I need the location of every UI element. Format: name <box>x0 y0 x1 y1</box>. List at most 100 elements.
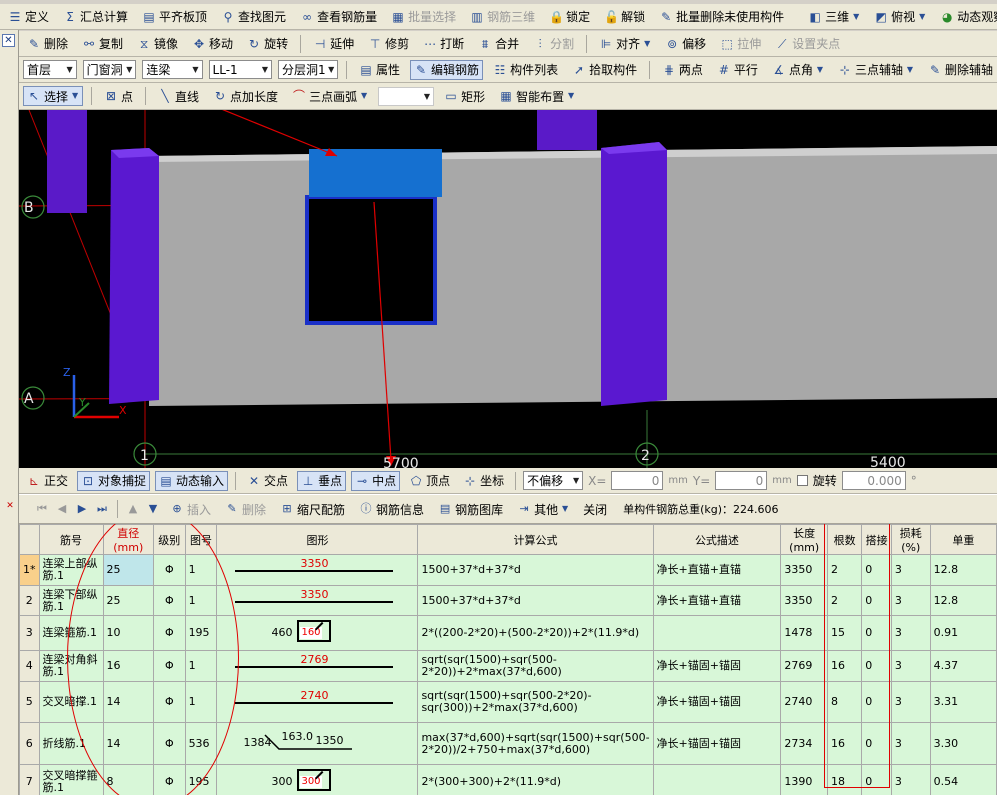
element-dropdown[interactable]: LL-1 ▼ <box>208 60 273 79</box>
rotate-checkbox[interactable] <box>796 475 808 486</box>
summary-calc-button[interactable]: Σ 汇总计算 <box>59 7 132 27</box>
find-element-button[interactable]: ⚲ 查找图元 <box>217 7 290 27</box>
floor-dropdown[interactable]: 首层 ▼ <box>23 60 77 79</box>
weight-cell[interactable]: 0.54 <box>929 764 997 795</box>
weight-cell[interactable]: 0.91 <box>929 615 997 651</box>
name-cell[interactable]: 交叉暗撑箍筋.1 <box>38 764 104 795</box>
close-icon[interactable]: ✕ <box>2 34 15 47</box>
shape-cell[interactable]: 300 300 <box>216 764 419 795</box>
top-view-button[interactable]: ◩ 俯视 ▼ <box>870 7 930 27</box>
len-cell[interactable]: 2740 <box>780 681 829 723</box>
delete-button[interactable]: ✎ 删除 <box>23 34 72 54</box>
weight-cell[interactable]: 4.37 <box>929 650 997 682</box>
loss-cell[interactable]: 3 <box>890 650 931 682</box>
loss-cell[interactable]: 3 <box>890 681 931 723</box>
formula-cell[interactable]: sqrt(sqr(1500)+sqr(500-2*20))+2*max(37*d… <box>417 650 654 682</box>
last-record-icon[interactable]: ⏭ <box>95 502 109 516</box>
column-header[interactable]: 单重 <box>929 524 997 555</box>
len-cell[interactable]: 3350 <box>780 585 829 616</box>
formula-cell[interactable]: 1500+37*d+37*d <box>417 554 654 586</box>
ortho-button[interactable]: ⊾ 正交 <box>23 471 72 491</box>
len-cell[interactable]: 2734 <box>780 722 829 765</box>
move-button[interactable]: ✥ 移动 <box>188 34 237 54</box>
row-number[interactable]: 1* <box>19 554 40 586</box>
weight-cell[interactable]: 3.31 <box>929 681 997 723</box>
properties-button[interactable]: ▤ 属性 <box>355 60 404 80</box>
align-button[interactable]: ⊫ 对齐 ▼ <box>595 34 655 54</box>
extend-button[interactable]: ⊣ 延伸 <box>309 34 358 54</box>
select-button[interactable]: ↖ 选择 ▼ <box>23 86 84 106</box>
desc-cell[interactable]: 净长+直锚+直锚 <box>652 554 782 586</box>
offset-mode-dropdown[interactable]: 不偏移 ▼ <box>523 471 584 490</box>
formula-cell[interactable]: 2*((200-2*20)+(500-2*20))+2*(11.9*d) <box>417 615 654 651</box>
close-icon[interactable]: ✕ <box>5 501 15 511</box>
column-header[interactable]: 计算公式 <box>417 524 654 555</box>
delete-axis-button[interactable]: ✎ 删除辅轴 <box>924 60 997 80</box>
rotate-button[interactable]: ↻ 旋转 <box>243 34 292 54</box>
formula-cell[interactable]: max(37*d,600)+sqrt(sqr(1500)+sqr(500-2*2… <box>417 722 654 765</box>
unlock-button[interactable]: 🔓 解锁 <box>600 7 649 27</box>
len-cell[interactable]: 2769 <box>780 650 829 682</box>
point-angle-button[interactable]: ∡ 点角 ▼ <box>768 60 828 80</box>
set-grip-button[interactable]: ⟋ 设置夹点 <box>771 34 844 54</box>
y-input[interactable]: 0 <box>715 471 768 490</box>
formula-cell[interactable]: 1500+37*d+37*d <box>417 585 654 616</box>
parallel-button[interactable]: # 平行 <box>713 60 762 80</box>
midpoint-button[interactable]: ⊸ 中点 <box>351 470 401 491</box>
x-input[interactable]: 0 <box>611 471 664 490</box>
shape-cell[interactable]: 2769 <box>216 650 419 682</box>
vertex-button[interactable]: ⬠ 顶点 <box>405 471 454 491</box>
desc-cell[interactable]: 净长+锚固+锚固 <box>652 650 782 682</box>
row-number[interactable]: 3 <box>19 615 40 651</box>
shape-cell[interactable]: 2740 <box>216 681 419 723</box>
column-header[interactable]: 公式描述 <box>652 524 782 555</box>
shape-cell[interactable]: 460 160 <box>216 615 419 651</box>
merge-button[interactable]: ⩩ 合并 <box>474 34 523 54</box>
two-point-button[interactable]: ⋕ 两点 <box>658 60 707 80</box>
coordinate-button[interactable]: ⊹ 坐标 <box>459 471 508 491</box>
formula-cell[interactable]: sqrt(sqr(1500)+sqr(500-2*20)-sqr(300))+2… <box>417 681 654 723</box>
rebar-3d-button[interactable]: ▥ 钢筋三维 <box>466 7 539 27</box>
desc-cell[interactable] <box>652 615 782 651</box>
offset-button[interactable]: ⊚ 偏移 <box>661 34 710 54</box>
three-point-axis-button[interactable]: ⊹ 三点辅轴 ▼ <box>834 60 918 80</box>
break-button[interactable]: ⋯ 打断 <box>419 34 468 54</box>
move-up-icon[interactable]: ▲ <box>126 502 140 516</box>
line-button[interactable]: ╲ 直线 <box>154 86 203 106</box>
batch-select-button[interactable]: ▦ 批量选择 <box>387 7 460 27</box>
shape-cell[interactable]: 3350 <box>216 554 419 586</box>
perpendicular-button[interactable]: ⊥ 垂点 <box>297 470 347 491</box>
shape-cell[interactable]: 3350 <box>216 585 419 616</box>
define-button[interactable]: ☰ 定义 <box>4 7 53 27</box>
weight-cell[interactable]: 12.8 <box>929 585 997 616</box>
category-dropdown[interactable]: 门窗洞 ▼ <box>82 60 137 79</box>
3d-viewport[interactable]: B A 1 2 5700 5400 Z Y X <box>19 110 997 468</box>
split-button[interactable]: ⫶ 分割 <box>529 34 578 54</box>
loss-cell[interactable]: 3 <box>890 554 931 586</box>
point-button[interactable]: ⊠ 点 <box>100 86 137 106</box>
row-number[interactable]: 6 <box>19 722 40 765</box>
row-number[interactable]: 4 <box>19 650 40 682</box>
len-cell[interactable]: 3350 <box>780 554 829 586</box>
len-cell[interactable]: 1390 <box>780 764 829 795</box>
rebar-info-button[interactable]: ⓘ 钢筋信息 <box>355 499 428 519</box>
dynamic-input-button[interactable]: ▤ 动态输入 <box>155 470 229 491</box>
three-point-arc-button[interactable]: ⌒ 三点画弧 ▼ <box>288 86 372 106</box>
insert-button[interactable]: ⊕ 插入 <box>166 499 215 519</box>
intersection-button[interactable]: ✕ 交点 <box>243 471 292 491</box>
close-button[interactable]: 关闭 <box>579 499 611 519</box>
rebar-library-button[interactable]: ▤ 钢筋图库 <box>434 499 507 519</box>
column-header[interactable] <box>19 524 40 555</box>
rectangle-button[interactable]: ▭ 矩形 <box>440 86 489 106</box>
lock-button[interactable]: 🔒 锁定 <box>545 7 594 27</box>
desc-cell[interactable]: 净长+锚固+锚固 <box>652 681 782 723</box>
type-dropdown[interactable]: 连梁 ▼ <box>142 60 203 79</box>
loss-cell[interactable]: 3 <box>890 722 931 765</box>
3d-view-button[interactable]: ◧ 三维 ▼ <box>804 7 864 27</box>
flush-slab-top-button[interactable]: ▤ 平齐板顶 <box>138 7 211 27</box>
column-header[interactable]: 图形 <box>216 524 419 555</box>
move-down-icon[interactable]: ▼ <box>146 502 160 516</box>
desc-cell[interactable]: 净长+锚固+锚固 <box>652 722 782 765</box>
orbit-button[interactable]: ◕动态观察 <box>936 7 997 27</box>
len-cell[interactable]: 1478 <box>780 615 829 651</box>
